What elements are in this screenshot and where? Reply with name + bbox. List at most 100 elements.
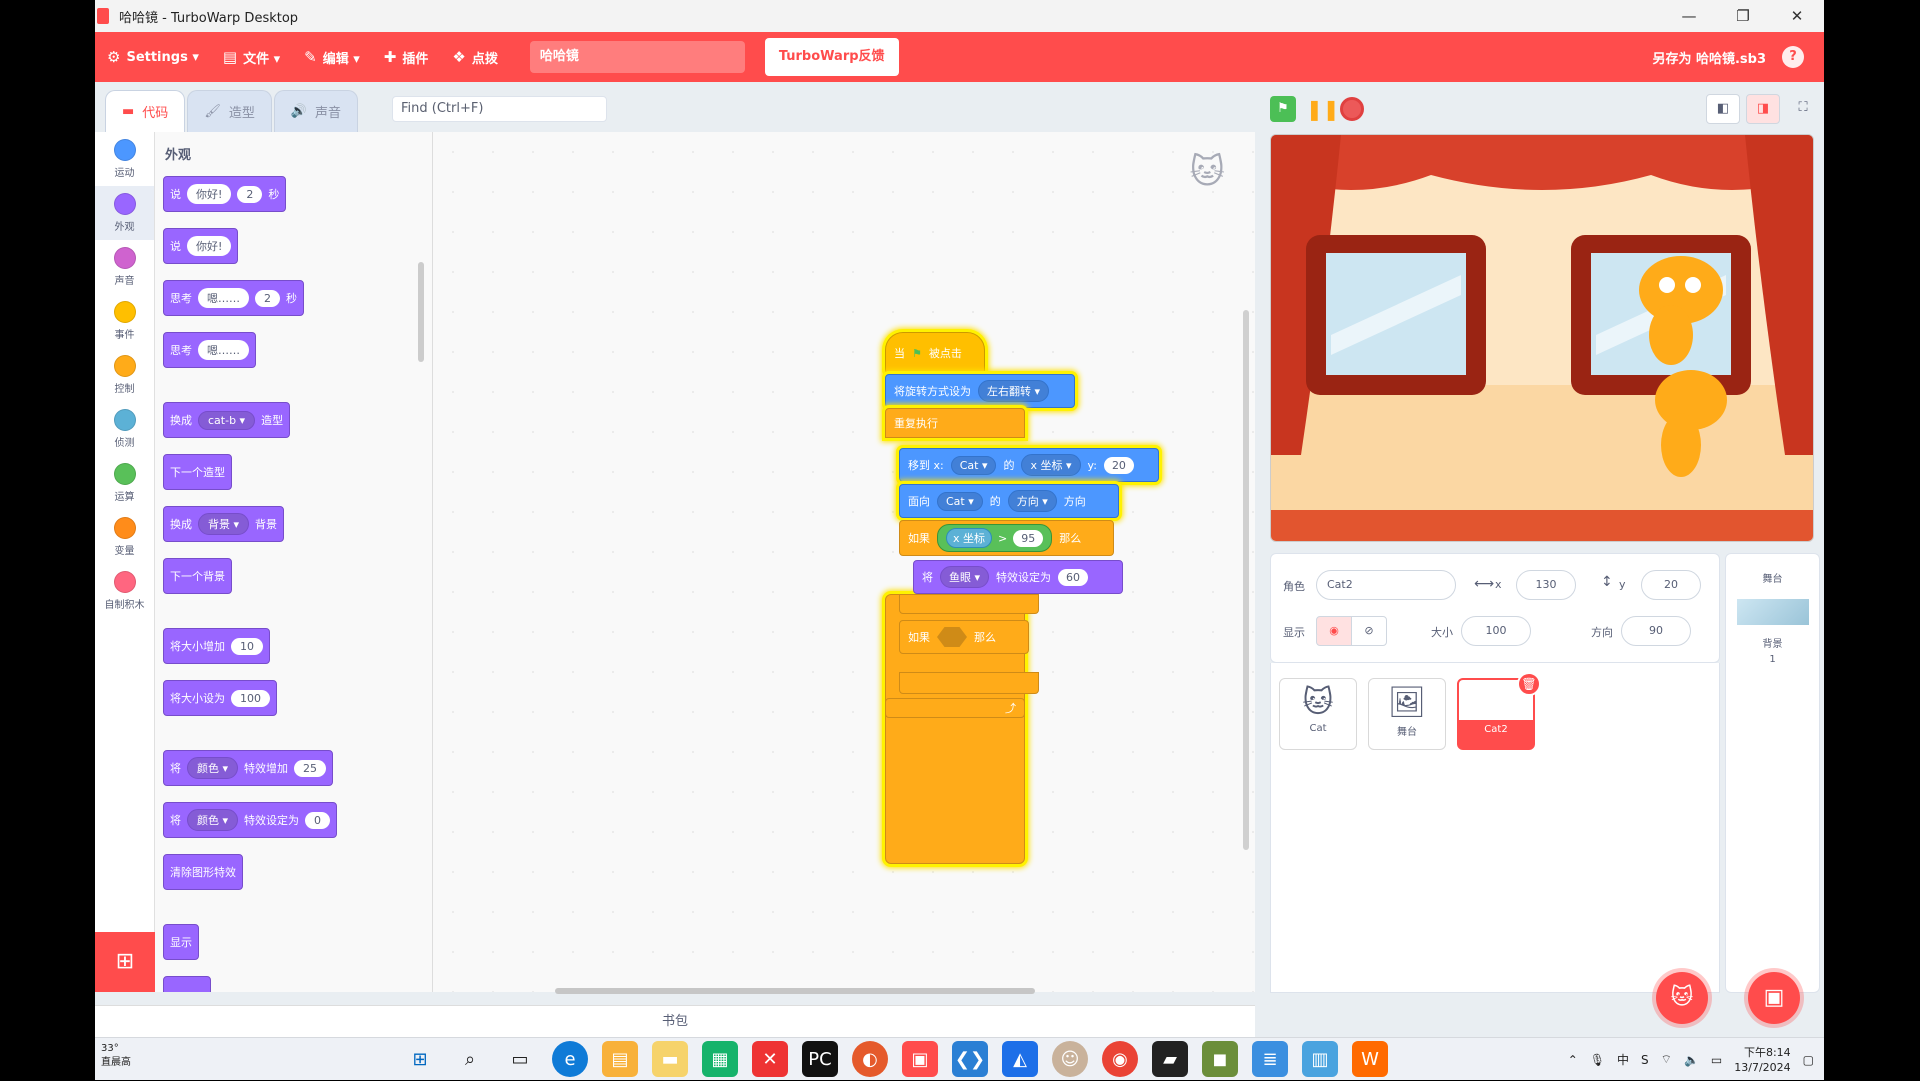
- minimize-button[interactable]: —: [1662, 7, 1716, 25]
- find-input[interactable]: Find (Ctrl+F): [392, 96, 607, 122]
- block-dropdown[interactable]: 鱼眼 ▾: [940, 566, 990, 588]
- maximize-button[interactable]: ❐: [1716, 7, 1770, 25]
- greater-than-operator[interactable]: x 坐标 >95: [937, 524, 1053, 552]
- project-title-input[interactable]: 哈哈镜: [529, 41, 745, 73]
- sprite-thumb-stage[interactable]: 🖼 舞台: [1368, 678, 1446, 750]
- block-input[interactable]: 嗯……: [198, 288, 249, 308]
- palette-block-switch-backdrop[interactable]: 换成 背景 ▾ 背景: [163, 506, 285, 542]
- volume-icon[interactable]: 🔈: [1684, 1053, 1699, 1067]
- app-circle-icon[interactable]: ◐: [852, 1041, 888, 1077]
- block-input[interactable]: 嗯……: [198, 340, 249, 360]
- notification-icon[interactable]: ▢: [1803, 1053, 1814, 1067]
- tutorials-menu[interactable]: ❖ 点拨: [440, 32, 509, 82]
- weather-widget[interactable]: 33° 直晨高: [101, 1042, 131, 1070]
- settings-menu[interactable]: ⚙ Settings ▾: [95, 32, 211, 82]
- edge-icon[interactable]: e: [552, 1041, 588, 1077]
- backpack-panel[interactable]: 书包: [95, 1005, 1255, 1037]
- feedback-button[interactable]: TurboWarp反馈: [764, 38, 899, 76]
- forever-label-block[interactable]: 重复执行: [885, 408, 1025, 438]
- start-icon[interactable]: ⊞: [402, 1041, 438, 1077]
- input-method-icon[interactable]: 中: [1617, 1051, 1629, 1068]
- trash-icon[interactable]: 🗑: [1517, 672, 1541, 696]
- block-dropdown[interactable]: 方向 ▾: [1007, 490, 1057, 512]
- app-blue-icon[interactable]: ◭: [1002, 1041, 1038, 1077]
- tab-sounds[interactable]: 🔊 声音: [273, 90, 359, 132]
- show-hidden-button[interactable]: ⊘: [1351, 616, 1387, 646]
- palette-block-next-backdrop[interactable]: 下一个背景: [163, 558, 232, 594]
- block-input[interactable]: 你好!: [187, 236, 232, 256]
- category-variables[interactable]: 变量: [95, 510, 154, 564]
- if-then-block-2[interactable]: 如果 那么: [899, 620, 1029, 654]
- pause-button[interactable]: ❚❚: [1306, 96, 1340, 122]
- choose-sprite-button[interactable]: 🐱: [1656, 972, 1708, 1024]
- minecraft-icon[interactable]: ◼: [1202, 1041, 1238, 1077]
- sprite-name-input[interactable]: Cat2: [1316, 570, 1456, 600]
- point-towards-block[interactable]: 面向 Cat ▾ 的方向 ▾ 方向: [899, 484, 1119, 518]
- close-button[interactable]: ✕: [1770, 7, 1824, 25]
- block-dropdown[interactable]: cat-b ▾: [198, 410, 256, 430]
- go-to-xy-block[interactable]: 移到 x: Cat ▾ 的 x 坐标 ▾ y: 20: [899, 448, 1159, 482]
- sprite-thumb-cat2[interactable]: 🐱 Cat2 🗑: [1457, 672, 1541, 750]
- block-dropdown[interactable]: Cat ▾: [950, 455, 997, 475]
- code-workspace[interactable]: 🐱 当 ⚑ 被点击 将旋转方式设为 左右翻转 ▾ 重复执行 移到 x: Cat ▾ 的 x …: [433, 132, 1255, 992]
- block-dropdown[interactable]: 颜色 ▾: [187, 757, 239, 779]
- turbowarp-icon[interactable]: ▣: [902, 1041, 938, 1077]
- wps-icon[interactable]: W: [1352, 1041, 1388, 1077]
- pycharm-icon[interactable]: PC: [802, 1041, 838, 1077]
- palette-block-show[interactable]: 显示: [163, 924, 199, 960]
- category-motion[interactable]: 运动: [95, 132, 154, 186]
- when-flag-clicked-block[interactable]: 当 ⚑ 被点击: [885, 332, 985, 374]
- palette-block-think[interactable]: 思考 嗯……: [163, 332, 256, 368]
- avatar-icon[interactable]: ☺: [1052, 1041, 1088, 1077]
- sprite-thumb-cat[interactable]: 🐱 Cat: [1279, 678, 1357, 750]
- x-input[interactable]: 130: [1516, 570, 1576, 600]
- block-input[interactable]: 10: [231, 637, 263, 655]
- small-stage-button[interactable]: ◧: [1706, 94, 1740, 124]
- add-extension-button[interactable]: ⊞: [95, 932, 155, 992]
- direction-input[interactable]: 90: [1621, 616, 1691, 646]
- stop-button[interactable]: [1340, 97, 1364, 121]
- palette-block-hide[interactable]: [163, 976, 211, 992]
- show-visible-button[interactable]: ◉: [1316, 616, 1352, 646]
- clock[interactable]: 下午8:14 13/7/2024: [1734, 1045, 1790, 1075]
- block-dropdown[interactable]: Cat ▾: [937, 491, 983, 511]
- chrome-icon[interactable]: ◉: [1102, 1041, 1138, 1077]
- palette-block-clear-effects[interactable]: 清除图形特效: [163, 854, 243, 890]
- app-green-icon[interactable]: ▦: [702, 1041, 738, 1077]
- set-rotation-style-block[interactable]: 将旋转方式设为 左右翻转 ▾: [885, 374, 1075, 408]
- palette-block-next-costume[interactable]: 下一个造型: [163, 454, 232, 490]
- app-window-icon[interactable]: ▥: [1302, 1041, 1338, 1077]
- microphone-icon[interactable]: 🎙: [1590, 1053, 1605, 1067]
- chevron-up-icon[interactable]: ⌃: [1568, 1053, 1578, 1067]
- block-input[interactable]: 2: [237, 185, 263, 203]
- app-dark-icon[interactable]: ▰: [1152, 1041, 1188, 1077]
- fullscreen-button[interactable]: ⛶: [1786, 94, 1820, 124]
- workspace-vertical-scrollbar[interactable]: [1243, 310, 1249, 850]
- block-input[interactable]: 0: [305, 811, 331, 829]
- normal-stage-button[interactable]: ◨: [1746, 94, 1780, 124]
- block-dropdown[interactable]: 背景 ▾: [198, 513, 250, 535]
- file-explorer-icon[interactable]: ▬: [652, 1041, 688, 1077]
- task-view-icon[interactable]: ▭: [502, 1041, 538, 1077]
- category-looks[interactable]: 外观: [95, 186, 154, 240]
- save-as-button[interactable]: 另存为 哈哈镜.sb3: [1652, 48, 1766, 67]
- block-input[interactable]: 100: [231, 689, 270, 707]
- palette-block-think-for[interactable]: 思考 嗯…… 2 秒: [163, 280, 304, 316]
- category-control[interactable]: 控制: [95, 348, 154, 402]
- vscode-icon[interactable]: ❮❯: [952, 1041, 988, 1077]
- block-input[interactable]: 你好!: [187, 184, 232, 204]
- size-input[interactable]: 100: [1461, 616, 1531, 646]
- wifi-icon[interactable]: ⌔: [1661, 1052, 1672, 1067]
- notes-icon[interactable]: ▤: [602, 1041, 638, 1077]
- category-events[interactable]: 事件: [95, 294, 154, 348]
- battery-icon[interactable]: ▭: [1711, 1053, 1722, 1067]
- set-effect-block[interactable]: 将鱼眼 ▾ 特效设定为 60: [913, 560, 1123, 594]
- block-dropdown[interactable]: 左右翻转 ▾: [978, 380, 1050, 402]
- category-sensing[interactable]: 侦测: [95, 402, 154, 456]
- block-input[interactable]: 60: [1058, 568, 1089, 586]
- palette-scrollbar[interactable]: [418, 262, 424, 362]
- if-then-block-1[interactable]: 如果 x 坐标 >95 那么: [899, 520, 1114, 556]
- stage-canvas[interactable]: [1270, 134, 1814, 542]
- palette-block-say-for[interactable]: 说你好! 2 秒: [163, 176, 287, 212]
- edit-menu[interactable]: ✎ 编辑 ▾: [292, 32, 372, 82]
